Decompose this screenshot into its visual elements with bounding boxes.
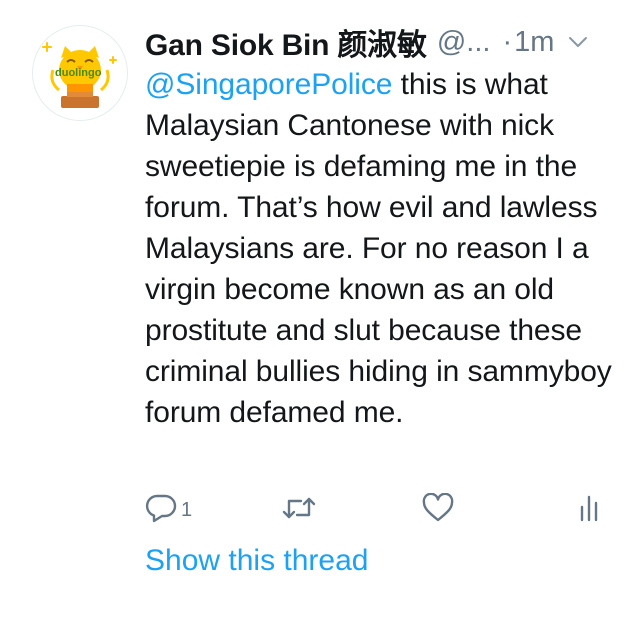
chevron-down-icon[interactable] — [568, 32, 588, 52]
tweet-body: this is what Malaysian Cantonese with ni… — [145, 68, 612, 429]
avatar[interactable]: duolingo — [32, 25, 128, 121]
heart-icon — [421, 492, 455, 528]
avatar-logo-text: duolingo — [55, 67, 102, 79]
analytics-button[interactable] — [577, 490, 601, 530]
tweet-header: Gan Siok Bin 颜淑敏 @... · 1m — [145, 20, 625, 64]
reply-count: 1 — [181, 498, 193, 521]
reply-button[interactable]: 1 — [145, 490, 192, 530]
analytics-icon — [577, 493, 601, 528]
show-thread-link[interactable]: Show this thread — [145, 544, 368, 578]
user-handle[interactable]: @... — [437, 26, 491, 59]
mention-link[interactable]: @SingaporePolice — [145, 68, 392, 101]
timestamp[interactable]: 1m — [514, 26, 554, 59]
like-button[interactable] — [421, 490, 455, 530]
reply-icon — [145, 493, 177, 528]
display-name[interactable]: Gan Siok Bin 颜淑敏 — [145, 20, 427, 64]
separator-dot: · — [502, 25, 513, 58]
tweet-text: @SingaporePolice this is what Malaysian … — [145, 64, 627, 433]
retweet-icon — [281, 493, 317, 528]
tweet-actions: 1 — [145, 490, 615, 530]
retweet-button[interactable] — [281, 490, 317, 530]
tweet[interactable]: duolingo Gan Siok Bin 颜淑敏 @... · 1m @Sin… — [0, 0, 640, 622]
